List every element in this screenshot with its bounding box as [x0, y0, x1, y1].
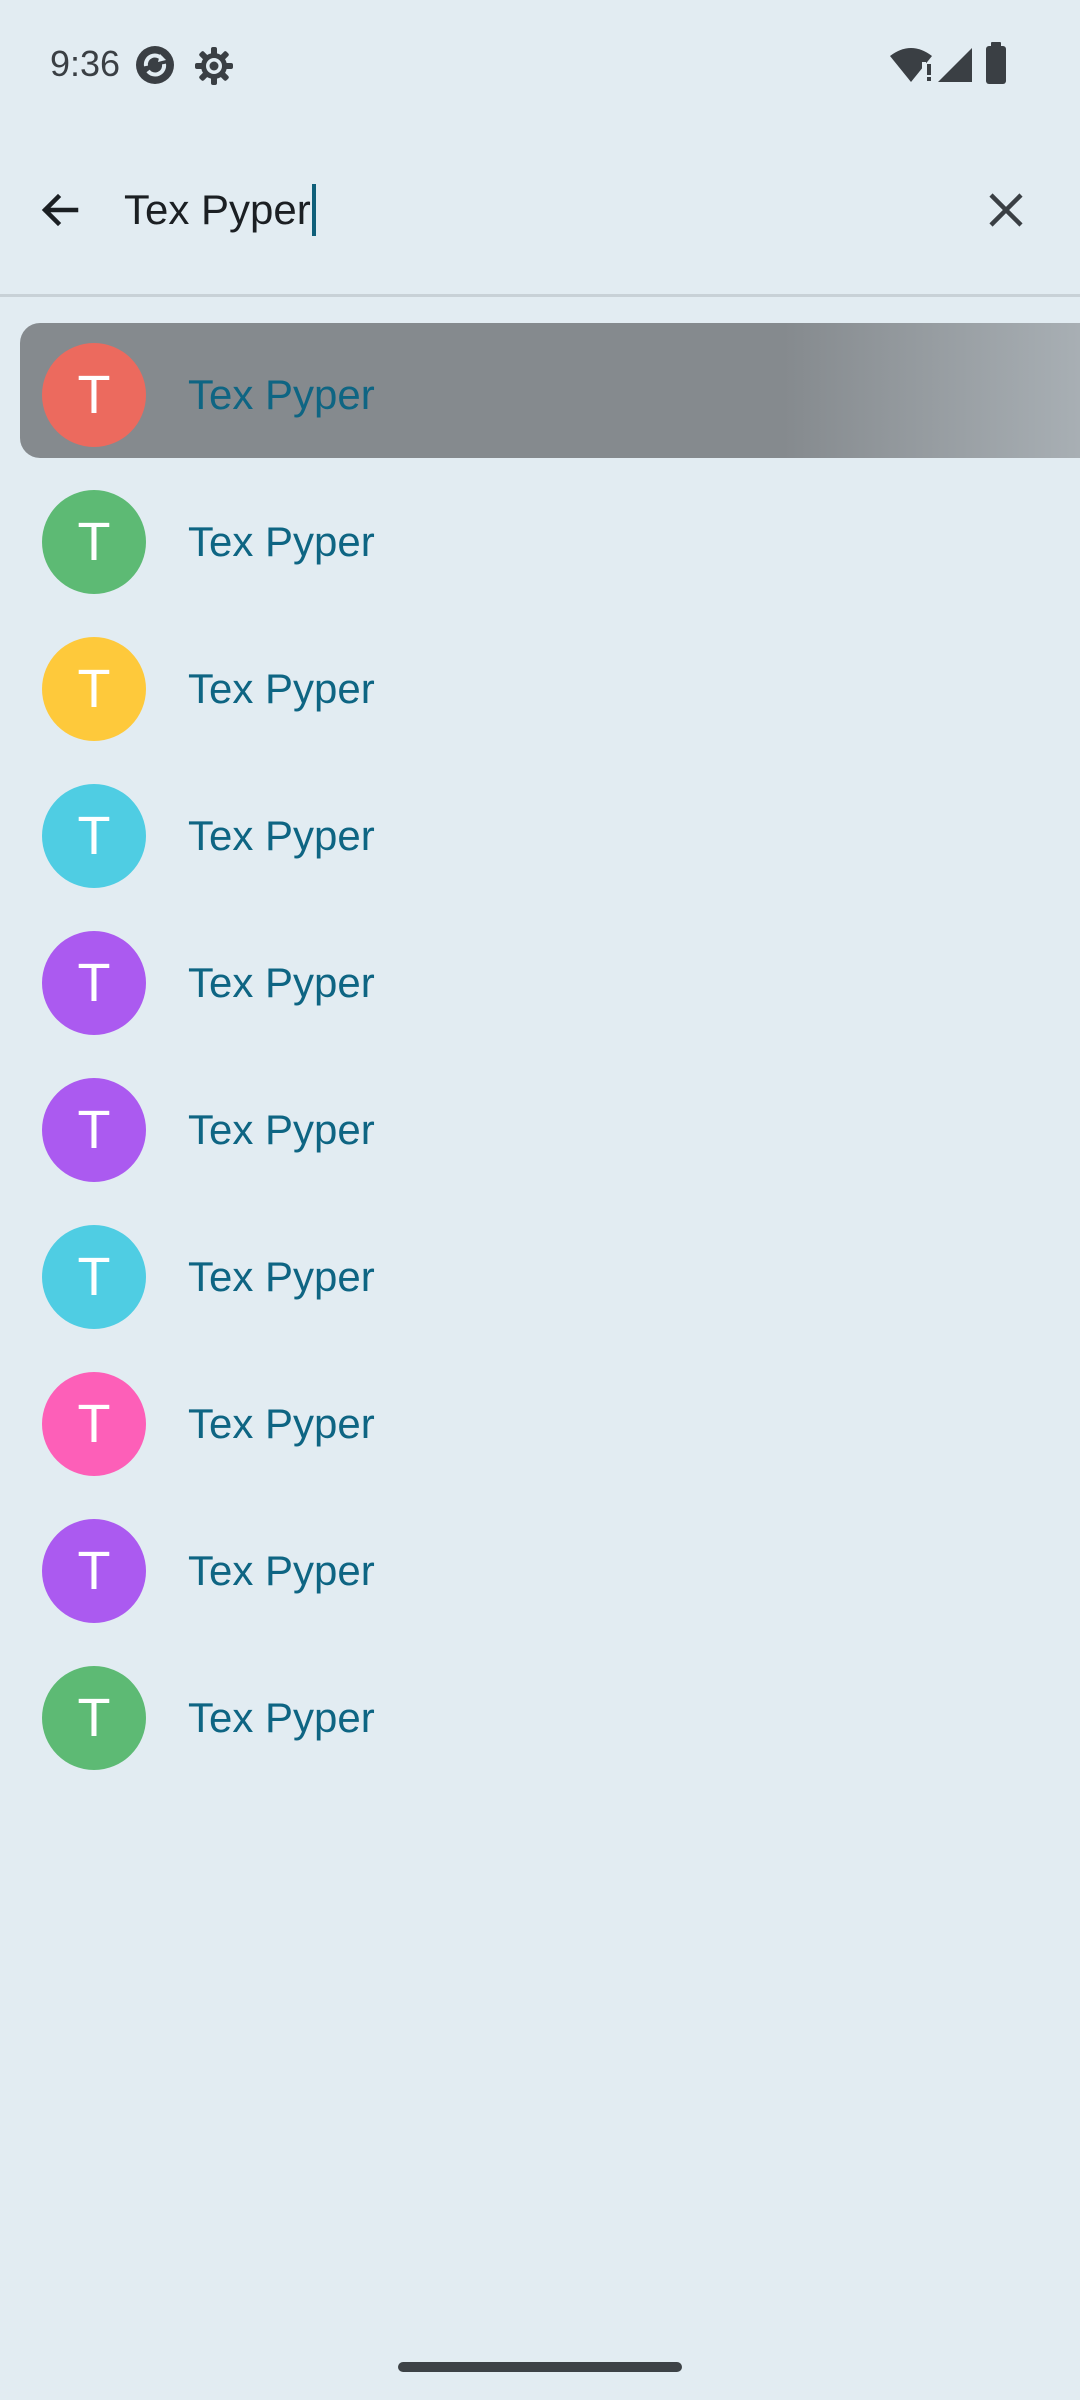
contact-name: Tex Pyper: [188, 518, 375, 565]
settings-gear-icon: [195, 47, 233, 85]
contact-result-item[interactable]: T Tex Pyper: [0, 1644, 1080, 1791]
contact-name: Tex Pyper: [188, 1400, 375, 1447]
contact-name: Tex Pyper: [188, 959, 375, 1006]
wifi-alert-icon: [890, 48, 932, 82]
header-divider: [0, 294, 1080, 297]
contact-name: Tex Pyper: [188, 1106, 375, 1153]
battery-icon: [986, 42, 1006, 84]
contact-result-item[interactable]: T Tex Pyper: [0, 615, 1080, 762]
contact-name: Tex Pyper: [188, 1547, 375, 1594]
contact-result-item[interactable]: T Tex Pyper: [0, 1350, 1080, 1497]
search-input[interactable]: Tex Pyper: [124, 170, 316, 250]
contact-name: Tex Pyper: [188, 371, 375, 418]
contact-avatar: T: [42, 931, 146, 1035]
contact-avatar: T: [42, 1666, 146, 1770]
contact-result-item[interactable]: T Tex Pyper: [0, 1056, 1080, 1203]
contact-name: Tex Pyper: [188, 812, 375, 859]
search-input-value: Tex Pyper: [124, 186, 311, 233]
contact-avatar: T: [42, 784, 146, 888]
selection-highlight: [20, 323, 1080, 458]
contact-avatar: T: [42, 637, 146, 741]
contact-result-item[interactable]: T Tex Pyper: [0, 468, 1080, 615]
status-bar: 9:36: [0, 0, 1080, 128]
contact-result-list: T Tex Pyper T Tex Pyper T Tex Pyper T Te…: [0, 321, 1080, 1791]
search-header: Tex Pyper: [0, 130, 1080, 294]
contact-avatar: T: [42, 343, 146, 447]
clear-search-button[interactable]: [958, 162, 1054, 258]
contact-result-item[interactable]: T Tex Pyper: [0, 1497, 1080, 1644]
close-icon: [989, 193, 1023, 227]
contact-result-item[interactable]: T Tex Pyper: [0, 1203, 1080, 1350]
gesture-nav-handle[interactable]: [398, 2362, 682, 2372]
cellular-signal-icon: [938, 48, 972, 82]
contact-avatar: T: [42, 1372, 146, 1476]
contact-name: Tex Pyper: [188, 1253, 375, 1300]
contact-avatar: T: [42, 1519, 146, 1623]
status-time: 9:36: [50, 43, 121, 84]
contact-avatar: T: [42, 1078, 146, 1182]
arrow-back-icon: [41, 193, 79, 227]
contact-result-item[interactable]: T Tex Pyper: [0, 909, 1080, 1056]
contact-result-item[interactable]: T Tex Pyper: [0, 762, 1080, 909]
contact-avatar: T: [42, 1225, 146, 1329]
contact-name: Tex Pyper: [188, 1694, 375, 1741]
text-caret: [311, 184, 316, 236]
contact-avatar: T: [42, 490, 146, 594]
back-button[interactable]: [12, 162, 108, 258]
contact-result-item[interactable]: T Tex Pyper: [0, 321, 1080, 468]
sync-app-icon: [136, 46, 174, 84]
contact-name: Tex Pyper: [188, 665, 375, 712]
